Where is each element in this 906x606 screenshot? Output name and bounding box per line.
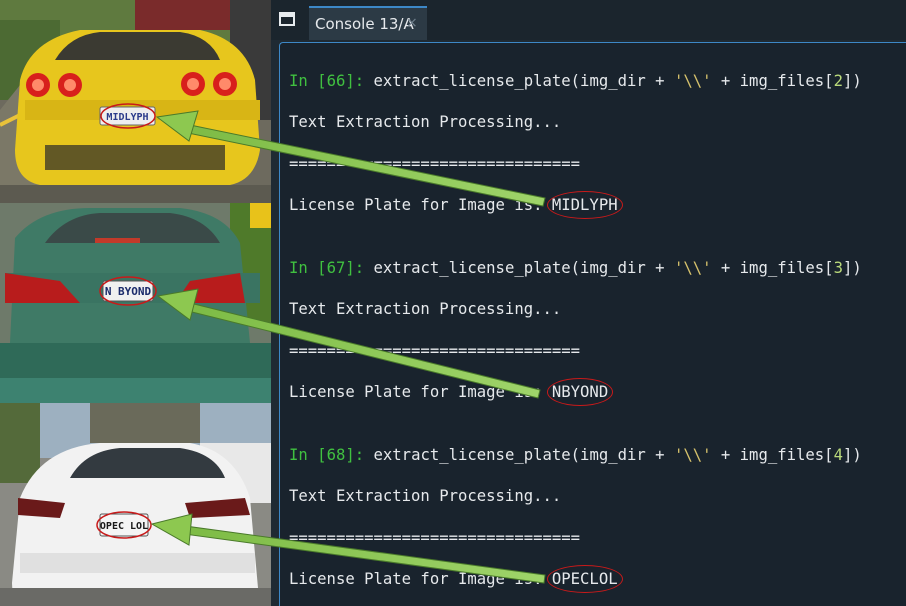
photo-column: MIDLYPH N BYOND OPEC LOL <box>0 0 271 606</box>
tab-console[interactable]: Console 13/A × <box>309 6 427 40</box>
console-window: Console 13/A × In [66]: extract_license_… <box>271 0 906 606</box>
output-result: License Plate for Image is: NBYOND <box>289 378 614 406</box>
code-text: extract_license_plate(img_dir + <box>364 72 674 90</box>
code-text: extract_license_plate(img_dir + <box>364 259 674 277</box>
plate-text-3: OPEC LOL <box>100 521 148 532</box>
code-text: ]) <box>842 72 862 90</box>
code-text: ]) <box>842 446 862 464</box>
output-result: License Plate for Image is: MIDLYPH <box>289 191 623 219</box>
input-line: In [67]: extract_license_plate(img_dir +… <box>289 259 862 277</box>
code-text: ]) <box>842 259 862 277</box>
prompt-label: In [ <box>289 259 327 277</box>
car-photo-white: OPEC LOL <box>0 403 271 606</box>
output-processing: Text Extraction Processing... <box>289 300 562 318</box>
highlight-ring <box>546 191 623 219</box>
output-processing: Text Extraction Processing... <box>289 487 562 505</box>
prompt-end: ]: <box>345 446 365 464</box>
result-value: OPECLOL <box>546 565 623 593</box>
plate-text-2: N BYOND <box>105 285 152 298</box>
code-index: 4 <box>833 446 843 464</box>
code-string: '\\' <box>673 72 712 90</box>
result-label: License Plate for Image is: <box>289 383 552 401</box>
car-photo-green: N BYOND <box>0 203 271 403</box>
highlight-ring <box>546 378 614 406</box>
code-string: '\\' <box>673 259 712 277</box>
result-label: License Plate for Image is: <box>289 196 552 214</box>
input-line: In [66]: extract_license_plate(img_dir +… <box>289 72 862 90</box>
prompt-label: In [ <box>289 446 327 464</box>
console-icon[interactable] <box>279 12 295 26</box>
code-text: + img_files[ <box>711 72 834 90</box>
prompt-number: 67 <box>326 259 346 277</box>
output-separator: =============================== <box>289 155 581 173</box>
input-line: In [68]: extract_license_plate(img_dir +… <box>289 446 862 464</box>
code-text: + img_files[ <box>711 446 834 464</box>
highlight-ring <box>546 565 623 593</box>
car-photo-yellow: MIDLYPH <box>0 0 271 203</box>
output-processing: Text Extraction Processing... <box>289 113 562 131</box>
prompt-number: 68 <box>326 446 346 464</box>
result-value: NBYOND <box>546 378 614 406</box>
code-string: '\\' <box>673 446 712 464</box>
result-value: MIDLYPH <box>546 191 623 219</box>
code-index: 2 <box>833 72 843 90</box>
prompt-end: ]: <box>345 72 365 90</box>
result-label: License Plate for Image is: <box>289 570 552 588</box>
code-index: 3 <box>833 259 843 277</box>
prompt-end: ]: <box>345 259 365 277</box>
tab-label: Console 13/A <box>315 15 414 33</box>
console-tabbar: Console 13/A × <box>271 0 906 40</box>
console-output[interactable]: In [66]: extract_license_plate(img_dir +… <box>279 42 906 606</box>
code-text: + img_files[ <box>711 259 834 277</box>
code-text: extract_license_plate(img_dir + <box>364 446 674 464</box>
output-separator: =============================== <box>289 342 581 360</box>
output-separator: =============================== <box>289 529 581 547</box>
plate-text-1: MIDLYPH <box>106 112 148 123</box>
close-icon[interactable]: × <box>406 15 418 31</box>
prompt-number: 66 <box>326 72 346 90</box>
prompt-label: In [ <box>289 72 327 90</box>
output-result: License Plate for Image is: OPECLOL <box>289 565 623 593</box>
